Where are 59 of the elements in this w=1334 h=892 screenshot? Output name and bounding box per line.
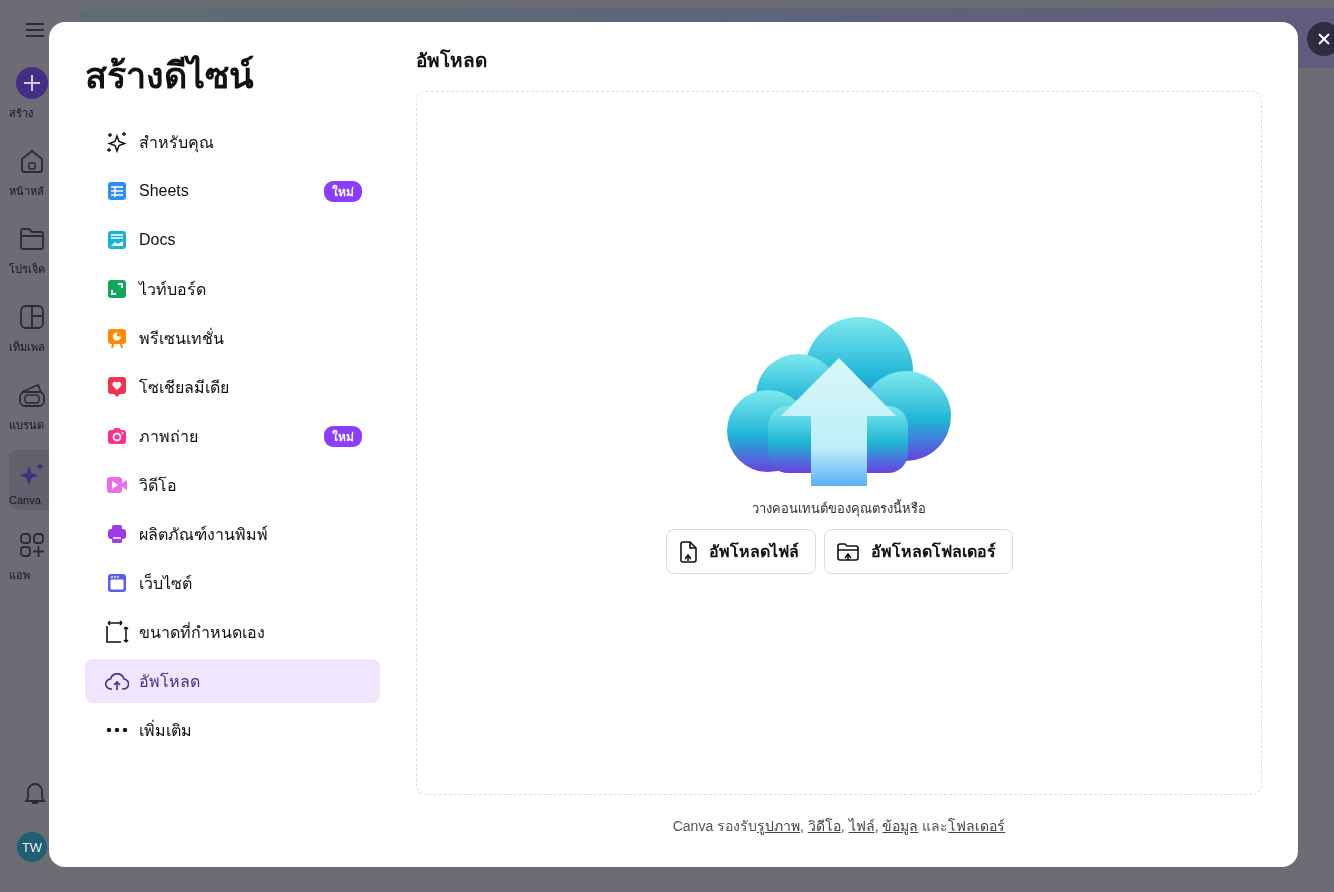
- drop-hint: วางคอนเทนต์ของคุณตรงนี้หรือ: [752, 498, 926, 519]
- new-badge: ใหม่: [324, 425, 362, 447]
- bell-icon[interactable]: [23, 780, 47, 806]
- plus-icon: [16, 67, 48, 99]
- new-badge: ใหม่: [324, 180, 362, 202]
- nav-item[interactable]: แอพ: [9, 522, 49, 588]
- link[interactable]: ข้อมูล: [882, 818, 919, 834]
- menu-item[interactable]: เว็บไซต์: [85, 561, 380, 605]
- nav-item[interactable]: แบรนด: [9, 372, 49, 438]
- document-icon: [107, 230, 127, 250]
- menu-item[interactable]: Docs: [85, 218, 380, 262]
- link[interactable]: โฟลเดอร์: [948, 818, 1006, 834]
- brand-icon: [18, 382, 46, 408]
- menu-item[interactable]: เพิ่มเติม: [85, 708, 380, 752]
- nav-item[interactable]: โปรเจ็ค: [9, 216, 49, 282]
- drop-zone[interactable]: วางคอนเทนต์ของคุณตรงนี้หรือ อัพโหลดไฟล์ อัพโหลดโฟลเดอร์: [416, 91, 1262, 795]
- dialog-title: สร้างดีไซน์: [85, 54, 255, 98]
- supported-types-note: Canva รองรับรูปภาพ, วิดีโอ, ไฟล์, ข้อมูล และโฟลเดอร์: [671, 817, 1007, 837]
- menu-item-selected[interactable]: อัพโหลด: [85, 659, 380, 703]
- layout-icon: [19, 304, 45, 330]
- presentation-icon: [107, 327, 127, 349]
- folder-upload-icon: [836, 541, 859, 562]
- apps-icon: [19, 532, 45, 558]
- menu-icon[interactable]: [25, 22, 45, 38]
- nav-item[interactable]: สร้าง: [9, 60, 49, 126]
- menu-item[interactable]: Sheets ใหม่: [85, 169, 380, 213]
- link[interactable]: ไฟล์: [848, 818, 875, 834]
- sparkle-icon: [106, 131, 128, 153]
- close-icon: [1318, 33, 1330, 45]
- menu-item[interactable]: ขนาดที่กำหนดเอง: [85, 610, 380, 654]
- nav-item[interactable]: หน้าหลั: [9, 138, 49, 204]
- upload-button[interactable]: อัพโหลดโฟลเดอร์: [823, 529, 1013, 574]
- resize-icon: [105, 620, 129, 644]
- cloud-upload-icon: [105, 671, 129, 691]
- camera-icon: [107, 427, 127, 445]
- heart-icon: [107, 376, 127, 398]
- printer-icon: [107, 524, 127, 544]
- whiteboard-icon: [107, 279, 127, 299]
- file-upload-icon: [678, 540, 697, 563]
- more-icon: [106, 727, 128, 733]
- nav-item[interactable]: เท็มเพล: [9, 294, 49, 360]
- video-icon: [106, 476, 128, 494]
- menu-item[interactable]: ผลิตภัณฑ์งานพิมพ์: [85, 512, 380, 556]
- panel-heading: อัพโหลด: [416, 49, 488, 73]
- upload-button[interactable]: อัพโหลดไฟล์: [665, 529, 816, 574]
- menu-item[interactable]: โซเชียลมีเดีย: [85, 365, 380, 409]
- link[interactable]: วิดีโอ: [807, 818, 841, 834]
- browser-window-icon: [107, 573, 127, 593]
- spreadsheet-icon: [107, 181, 127, 201]
- sparkle-icon: [19, 460, 45, 486]
- menu-item[interactable]: ภาพถ่าย ใหม่: [85, 414, 380, 458]
- menu-item[interactable]: ไวท์บอร์ด: [85, 267, 380, 311]
- avatar[interactable]: TW: [17, 832, 47, 862]
- menu-item[interactable]: สำหรับคุณ: [85, 120, 380, 164]
- menu-item[interactable]: พรีเซนเทชั่น: [85, 316, 380, 360]
- folder-icon: [19, 227, 45, 251]
- menu-item[interactable]: วิดีโอ: [85, 463, 380, 507]
- close-button[interactable]: [1307, 22, 1334, 56]
- home-icon: [19, 148, 45, 174]
